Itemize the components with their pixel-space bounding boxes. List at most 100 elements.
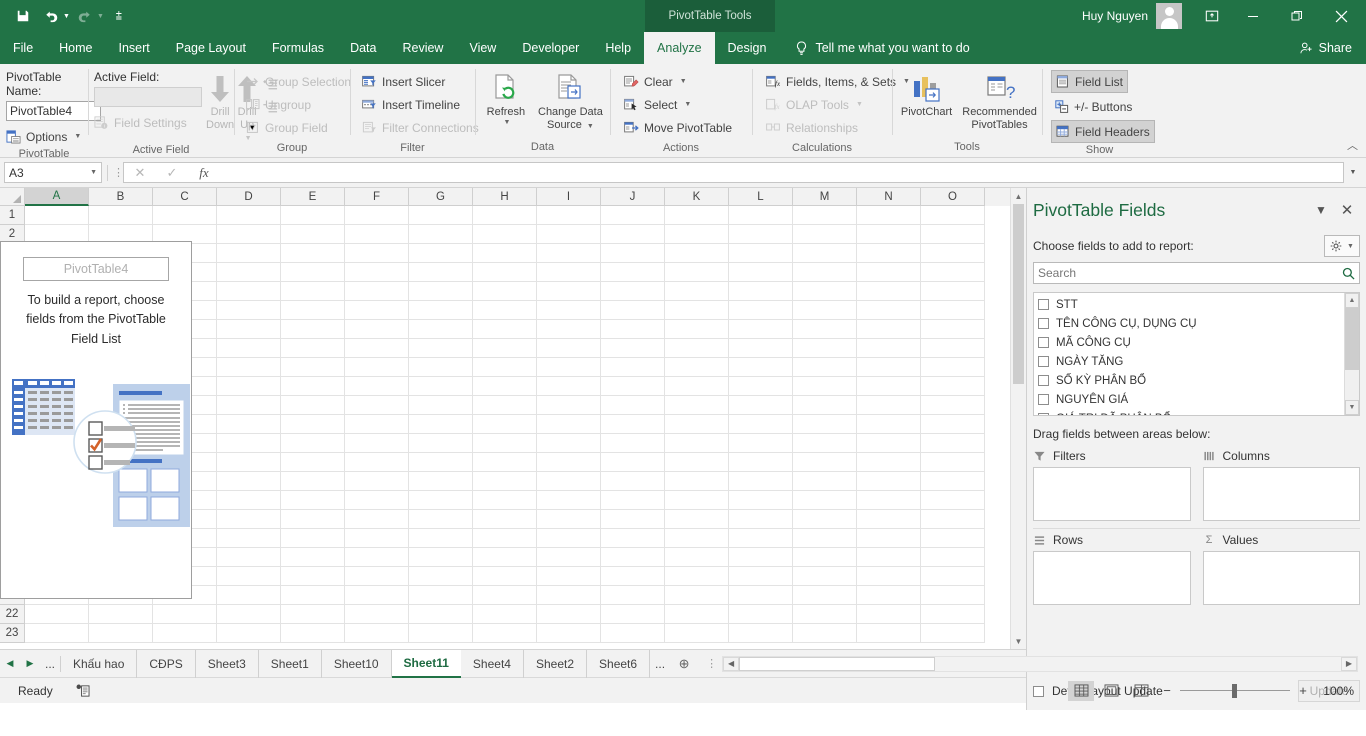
cell-O3[interactable] (921, 244, 985, 263)
cell-J17[interactable] (601, 510, 665, 529)
sheet-tab-sheet4[interactable]: Sheet4 (461, 650, 524, 678)
cell-E15[interactable] (281, 472, 345, 491)
insert-timeline-button[interactable]: Insert Timeline (358, 93, 464, 116)
cell-I1[interactable] (537, 206, 601, 225)
tab-developer[interactable]: Developer (509, 32, 592, 64)
cell-N9[interactable] (857, 358, 921, 377)
select-all-corner[interactable] (0, 188, 25, 206)
cell-I19[interactable] (537, 548, 601, 567)
cell-K8[interactable] (665, 339, 729, 358)
values-area[interactable]: Σ Values (1197, 529, 1361, 605)
insert-slicer-button[interactable]: Insert Slicer (358, 70, 449, 93)
tab-review[interactable]: Review (389, 32, 456, 64)
cell-L5[interactable] (729, 282, 793, 301)
save-icon[interactable] (10, 4, 36, 28)
cell-L10[interactable] (729, 377, 793, 396)
cell-N6[interactable] (857, 301, 921, 320)
zoom-slider-thumb[interactable] (1232, 684, 1237, 698)
column-header-L[interactable]: L (729, 188, 793, 206)
cell-L13[interactable] (729, 434, 793, 453)
vertical-scrollbar[interactable]: ▲ ▼ (1010, 188, 1026, 649)
group-field-button[interactable]: Group Field (242, 116, 332, 139)
normal-view-button[interactable] (1068, 681, 1094, 701)
previous-sheet-icon[interactable]: ◀ (0, 650, 20, 678)
cell-I3[interactable] (537, 244, 601, 263)
cell-O2[interactable] (921, 225, 985, 244)
cell-I6[interactable] (537, 301, 601, 320)
rows-area[interactable]: Rows (1033, 529, 1197, 605)
cell-M20[interactable] (793, 567, 857, 586)
cell-K19[interactable] (665, 548, 729, 567)
cell-G16[interactable] (409, 491, 473, 510)
cell-N16[interactable] (857, 491, 921, 510)
field-list-item[interactable]: NGÀY TĂNG (1038, 352, 1344, 371)
cell-G18[interactable] (409, 529, 473, 548)
cell-M3[interactable] (793, 244, 857, 263)
tab-design[interactable]: Design (715, 32, 780, 64)
cell-N20[interactable] (857, 567, 921, 586)
tab-split-grip[interactable]: ⋮ (706, 657, 716, 670)
share-button[interactable]: Share (1299, 32, 1366, 64)
cell-G11[interactable] (409, 396, 473, 415)
cell-N8[interactable] (857, 339, 921, 358)
cell-F22[interactable] (345, 605, 409, 624)
cell-C22[interactable] (153, 605, 217, 624)
cell-I7[interactable] (537, 320, 601, 339)
cell-J6[interactable] (601, 301, 665, 320)
cell-E23[interactable] (281, 624, 345, 643)
cell-E2[interactable] (281, 225, 345, 244)
column-header-M[interactable]: M (793, 188, 857, 206)
field-list-item[interactable]: MÃ CÔNG CỤ (1038, 333, 1344, 352)
tab-analyze[interactable]: Analyze (644, 32, 714, 64)
cell-H11[interactable] (473, 396, 537, 415)
cell-G19[interactable] (409, 548, 473, 567)
tab-file[interactable]: File (0, 32, 46, 64)
cell-J10[interactable] (601, 377, 665, 396)
cell-N2[interactable] (857, 225, 921, 244)
column-header-E[interactable]: E (281, 188, 345, 206)
cell-F20[interactable] (345, 567, 409, 586)
cell-F10[interactable] (345, 377, 409, 396)
cell-F17[interactable] (345, 510, 409, 529)
sheet-tab-sheet2[interactable]: Sheet2 (524, 650, 587, 678)
chevron-down-icon[interactable]: ▼ (1347, 243, 1354, 250)
cell-M14[interactable] (793, 453, 857, 472)
sheet-tab-sheet1[interactable]: Sheet1 (259, 650, 322, 678)
cell-O12[interactable] (921, 415, 985, 434)
field-checkbox[interactable] (1038, 318, 1049, 329)
cell-J2[interactable] (601, 225, 665, 244)
plus-minus-buttons-toggle[interactable]: +/- Buttons (1051, 95, 1136, 118)
field-checkbox[interactable] (1038, 356, 1049, 367)
cell-L22[interactable] (729, 605, 793, 624)
cell-H13[interactable] (473, 434, 537, 453)
insert-function-icon[interactable]: fx (188, 162, 220, 183)
group-selection-button[interactable]: Group Selection (242, 70, 355, 93)
cell-F14[interactable] (345, 453, 409, 472)
cell-I23[interactable] (537, 624, 601, 643)
cell-D17[interactable] (217, 510, 281, 529)
scroll-down-icon[interactable]: ▼ (1011, 633, 1026, 649)
field-list-item[interactable]: GIÁ TRỊ ĐÃ PHÂN BỔ (1038, 409, 1344, 416)
column-header-O[interactable]: O (921, 188, 985, 206)
cell-H18[interactable] (473, 529, 537, 548)
cell-M21[interactable] (793, 586, 857, 605)
cell-D11[interactable] (217, 396, 281, 415)
scroll-up-icon[interactable]: ▲ (1011, 188, 1026, 204)
cell-J13[interactable] (601, 434, 665, 453)
chevron-down-icon[interactable]: ▼ (90, 169, 97, 176)
cell-F11[interactable] (345, 396, 409, 415)
cell-F12[interactable] (345, 415, 409, 434)
cell-J3[interactable] (601, 244, 665, 263)
horizontal-scroll-thumb[interactable] (739, 657, 935, 671)
cell-G15[interactable] (409, 472, 473, 491)
move-pivottable-button[interactable]: Move PivotTable (620, 116, 736, 139)
cell-L15[interactable] (729, 472, 793, 491)
cell-D7[interactable] (217, 320, 281, 339)
cell-E3[interactable] (281, 244, 345, 263)
cell-I17[interactable] (537, 510, 601, 529)
cell-O18[interactable] (921, 529, 985, 548)
cell-E7[interactable] (281, 320, 345, 339)
cell-N22[interactable] (857, 605, 921, 624)
cell-G20[interactable] (409, 567, 473, 586)
cell-G2[interactable] (409, 225, 473, 244)
